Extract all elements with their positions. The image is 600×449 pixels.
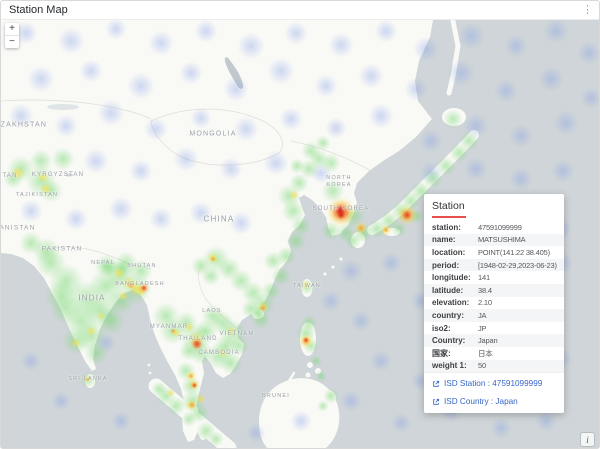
tooltip-row: location:POINT(141.22 38.405) — [424, 246, 564, 259]
tooltip-row: country:JA — [424, 309, 564, 322]
zoom-control: + − — [5, 23, 19, 48]
visayas-island — [307, 362, 313, 368]
tooltip-row-label: period: — [432, 261, 478, 270]
lake-issyk-kul — [65, 174, 73, 177]
tooltip-row-value: MATSUSHIMA — [478, 235, 525, 244]
tooltip-row: elevation:2.10 — [424, 297, 564, 310]
tooltip-row-value: 50 — [478, 361, 486, 370]
sri-lanka-island — [85, 374, 95, 388]
tooltip-row-value: 141 — [478, 273, 490, 282]
luzon-island — [300, 322, 316, 356]
ryukyu-island — [339, 257, 342, 260]
tooltip-row-value: JA — [478, 311, 486, 320]
station-map-panel: KAZAKHSTANUZBEKISTANKYRGYZSTANTAJIKISTAN… — [0, 0, 600, 449]
ryukyu-island — [331, 265, 334, 268]
ryukyu-island — [323, 272, 326, 275]
tooltip-row-value: 2.10 — [478, 298, 492, 307]
tooltip-row-value: POINT(141.22 38.405) — [478, 248, 550, 257]
zoom-in-button[interactable]: + — [5, 23, 19, 35]
tooltip-accent-underline — [432, 216, 466, 218]
tooltip-row: latitude:38.4 — [424, 284, 564, 297]
zoom-out-button[interactable]: − — [5, 36, 19, 48]
tooltip-link[interactable]: ISD Country : Japan — [432, 397, 556, 406]
tooltip-row-label: latitude: — [432, 286, 478, 295]
external-link-icon — [432, 380, 440, 388]
tooltip-row-label: name: — [432, 235, 478, 244]
station-tooltip: Station station:47591099999name:MATSUSHI… — [424, 194, 564, 413]
tooltip-link-label: ISD Station : 47591099999 — [444, 379, 542, 388]
tooltip-row-value: JP — [478, 324, 486, 333]
external-link-icon — [432, 398, 440, 406]
tooltip-row-label: elevation: — [432, 298, 478, 307]
panel-title: Station Map — [9, 4, 68, 16]
tooltip-link[interactable]: ISD Station : 47591099999 — [432, 379, 556, 388]
andaman-island — [148, 364, 151, 367]
shikoku-island — [384, 228, 400, 236]
panel-menu-icon[interactable]: ⋮ — [582, 2, 593, 18]
tooltip-row-value: 47591099999 — [478, 223, 522, 232]
tooltip-row-value: [1948-02-29,2023-06-23) — [478, 261, 557, 270]
tooltip-rows: station:47591099999name:MATSUSHIMAlocati… — [424, 221, 564, 372]
tooltip-row: name:MATSUSHIMA — [424, 234, 564, 247]
tooltip-row: Country:Japan — [424, 334, 564, 347]
tooltip-row-label: weight 1: — [432, 361, 478, 370]
tooltip-row: 国家:日本 — [424, 347, 564, 360]
tooltip-row-label: location: — [432, 248, 478, 257]
visayas-island — [306, 373, 311, 378]
taiwan-island — [302, 279, 313, 297]
tooltip-row-label: 国家: — [432, 348, 478, 359]
tooltip-row: weight 1:50 — [424, 360, 564, 373]
lake-balkhash — [47, 104, 79, 110]
tooltip-row-label: longitude: — [432, 273, 478, 282]
attribution-button[interactable]: i — [580, 432, 595, 447]
hokkaido-island — [442, 108, 466, 126]
panel-header: Station Map ⋮ — [1, 1, 599, 20]
sakhalin-island — [449, 21, 458, 93]
tooltip-row-value: 38.4 — [478, 286, 492, 295]
tooltip-row: period:[1948-02-29,2023-06-23) — [424, 259, 564, 272]
kyushu-island — [351, 232, 365, 248]
tooltip-row: station:47591099999 — [424, 221, 564, 234]
tooltip-link-label: ISD Country : Japan — [444, 397, 518, 406]
tooltip-row: iso2:JP — [424, 322, 564, 335]
visayas-island — [315, 368, 321, 374]
tooltip-row-value: 日本 — [478, 348, 493, 359]
tooltip-row: longitude:141 — [424, 271, 564, 284]
tooltip-header: Station — [424, 194, 564, 218]
tooltip-row-value: Japan — [478, 336, 497, 345]
tooltip-title: Station — [432, 200, 465, 212]
tooltip-row-label: country: — [432, 311, 478, 320]
tooltip-row-label: iso2: — [432, 324, 478, 333]
borneo-island — [259, 378, 339, 449]
andaman-island — [149, 372, 152, 375]
hainan-island — [252, 309, 264, 319]
tooltip-row-label: station: — [432, 223, 478, 232]
tooltip-row-label: Country: — [432, 336, 478, 345]
tooltip-links: ISD Station : 47591099999 ISD Country : J… — [424, 372, 564, 413]
